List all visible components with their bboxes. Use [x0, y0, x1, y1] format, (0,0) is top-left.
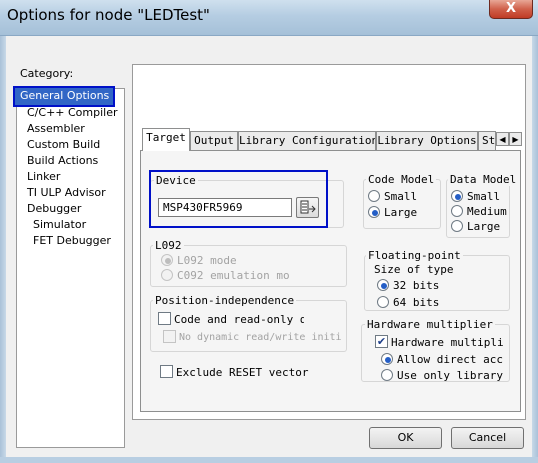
cancel-button[interactable]: Cancel: [451, 427, 524, 449]
data-model-small-label: Small: [467, 190, 501, 203]
no-dynamic-label: No dynamic read/write initi: [179, 332, 342, 343]
category-item-build-actions[interactable]: Build Actions: [27, 153, 98, 169]
hardware-multiplier-checkbox[interactable]: ✔: [375, 335, 388, 348]
fp-32-bits-radio[interactable]: [377, 279, 389, 291]
category-item-debugger[interactable]: Debugger: [27, 201, 81, 217]
window-frame-bottom: [0, 457, 538, 463]
code-readonly-label: Code and read-only da: [174, 313, 304, 326]
category-item-general-options[interactable]: General Options: [13, 86, 115, 107]
tab-st[interactable]: St: [478, 131, 496, 150]
ok-button[interactable]: OK: [369, 427, 442, 449]
window-title: Options for node "LEDTest": [7, 6, 210, 24]
l092-mode-label: L092 mode: [177, 254, 237, 267]
code-model-label: Code Model: [366, 173, 437, 186]
category-item-assembler[interactable]: Assembler: [27, 121, 85, 137]
exclude-reset-checkbox[interactable]: [160, 365, 173, 378]
exclude-reset-label: Exclude RESET vector: [176, 366, 309, 379]
fp-32-bits-label: 32 bits: [393, 279, 440, 292]
code-model-small-label: Small: [384, 190, 418, 203]
category-label: Category:: [20, 67, 74, 80]
c092-emulation-radio[interactable]: [161, 269, 173, 281]
code-model-large-radio[interactable]: [368, 206, 380, 218]
close-button[interactable]: X: [489, 0, 533, 19]
tab-scroll-left-icon[interactable]: ◀: [496, 132, 509, 146]
device-browse-button[interactable]: [296, 197, 319, 218]
data-model-medium-label: Medium: [467, 205, 507, 218]
device-browse-icon: [300, 200, 316, 214]
position-independence-label: Position-independence: [153, 294, 297, 307]
data-model-label: Data Model: [448, 173, 519, 186]
allow-direct-radio[interactable]: [381, 353, 393, 365]
tab-output[interactable]: Output: [190, 131, 238, 150]
fp-64-bits-radio[interactable]: [377, 296, 389, 308]
data-model-medium-radio[interactable]: [451, 205, 463, 217]
code-model-group: [363, 179, 441, 229]
window-frame-right: [532, 36, 538, 463]
floating-point-label: Floating-point: [366, 249, 463, 262]
l092-label: L092: [153, 239, 184, 252]
device-group-label: Device: [154, 174, 198, 187]
no-dynamic-checkbox[interactable]: [163, 330, 176, 343]
code-model-small-radio[interactable]: [368, 190, 380, 202]
data-model-small-radio[interactable]: [451, 190, 463, 202]
category-item-c-cpp-compiler[interactable]: C/C++ Compiler: [27, 105, 118, 121]
hardware-multiplier-checkbox-label: Hardware multipli: [391, 336, 504, 349]
tab-scroll-right-icon[interactable]: ▶: [509, 132, 522, 146]
device-field[interactable]: MSP430FR5969: [158, 198, 292, 217]
category-item-simulator[interactable]: Simulator: [33, 217, 86, 233]
use-only-library-radio[interactable]: [381, 369, 393, 381]
size-of-type-label: Size of type: [374, 263, 454, 276]
allow-direct-label: Allow direct acc: [397, 353, 503, 366]
tab-library-configuration[interactable]: Library Configuration: [238, 131, 376, 150]
hardware-multiplier-label: Hardware multiplier: [365, 318, 495, 331]
category-item-ti-ulp-advisor[interactable]: TI ULP Advisor: [27, 185, 106, 201]
tab-library-options[interactable]: Library Options: [376, 131, 478, 150]
window-frame-left: [0, 36, 6, 463]
category-item-linker[interactable]: Linker: [27, 169, 60, 185]
category-item-fet-debugger[interactable]: FET Debugger: [33, 233, 111, 249]
l092-mode-radio[interactable]: [161, 254, 173, 266]
tab-target[interactable]: Target: [142, 128, 190, 151]
use-only-library-label: Use only library: [397, 369, 503, 382]
code-model-large-label: Large: [384, 206, 418, 219]
position-independence-group: [150, 300, 347, 352]
data-model-large-label: Large: [467, 220, 501, 233]
fp-64-bits-label: 64 bits: [393, 296, 440, 309]
data-model-large-radio[interactable]: [451, 220, 463, 232]
code-readonly-checkbox[interactable]: [158, 312, 171, 325]
category-item-custom-build[interactable]: Custom Build: [27, 137, 100, 153]
c092-emulation-label: C092 emulation mod: [177, 269, 289, 282]
